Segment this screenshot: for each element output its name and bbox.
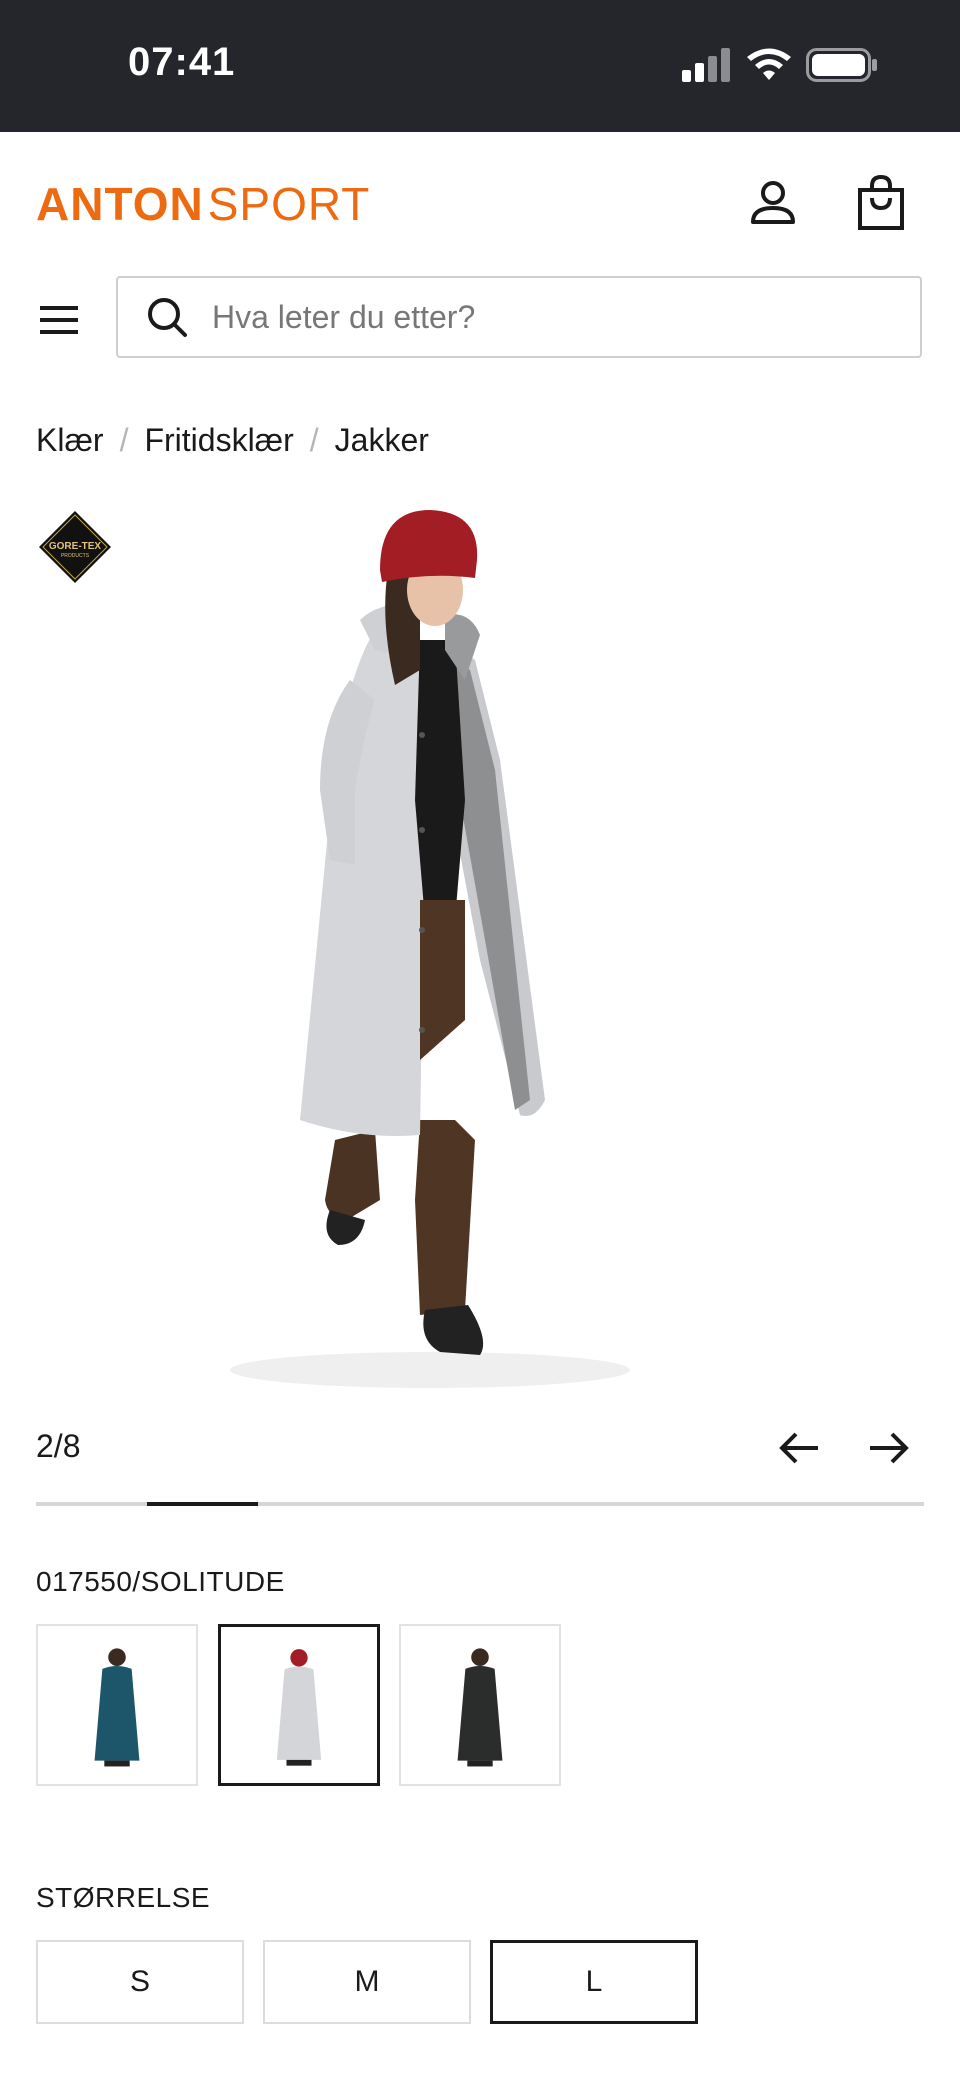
- breadcrumb-item-klaer[interactable]: Klær: [36, 422, 104, 459]
- size-label: STØRRELSE: [36, 1882, 211, 1913]
- color-swatch-2[interactable]: [218, 1624, 380, 1786]
- hamburger-menu-icon[interactable]: [38, 300, 82, 340]
- size-button-s[interactable]: S: [36, 1940, 244, 2024]
- swatch-figure: [94, 1648, 140, 1767]
- breadcrumb-item-fritidsklaer[interactable]: Fritidsklær: [144, 422, 293, 459]
- account-icon[interactable]: [748, 178, 798, 228]
- signal-icon: [682, 48, 730, 82]
- breadcrumb-separator: /: [119, 422, 129, 458]
- arrow-left-icon[interactable]: [776, 1428, 822, 1468]
- battery-icon: [806, 48, 877, 82]
- gallery-progress-track: [36, 1502, 924, 1506]
- swatch-figure: [276, 1649, 322, 1766]
- gallery-counter: 2/8: [36, 1428, 81, 1464]
- variant-code-label: 017550/SOLITUDE: [36, 1566, 285, 1597]
- color-swatch-3[interactable]: [399, 1624, 561, 1786]
- gallery-progress-indicator: [147, 1502, 258, 1506]
- wifi-icon: [747, 48, 791, 80]
- status-time: 07:41: [128, 40, 236, 84]
- search-icon: [148, 298, 187, 337]
- gore-tex-badge: GORE-TEX PRODUCTS: [39, 511, 111, 583]
- size-button-m[interactable]: M: [263, 1940, 471, 2024]
- search-input[interactable]: [210, 297, 894, 337]
- shopping-bag-icon[interactable]: [856, 174, 906, 230]
- badge-brand: GORE-TEX: [49, 541, 102, 552]
- color-swatch-1[interactable]: [36, 1624, 198, 1786]
- size-button-l[interactable]: L: [490, 1940, 698, 2024]
- arrow-right-icon[interactable]: [866, 1428, 912, 1468]
- breadcrumb-separator: /: [309, 422, 319, 458]
- brand-logo[interactable]: ANTON SPORT: [36, 178, 371, 230]
- logo-anton: ANTON: [36, 178, 204, 230]
- swatch-figure: [457, 1648, 503, 1767]
- status-bar: 07:41: [0, 0, 960, 132]
- logo-sport: SPORT: [207, 178, 371, 230]
- search-box[interactable]: [116, 276, 922, 358]
- badge-sub: PRODUCTS: [61, 553, 90, 559]
- breadcrumb: Klær / Fritidsklær / Jakker: [36, 422, 429, 459]
- breadcrumb-item-jakker[interactable]: Jakker: [335, 422, 429, 459]
- product-image[interactable]: [120, 500, 840, 1400]
